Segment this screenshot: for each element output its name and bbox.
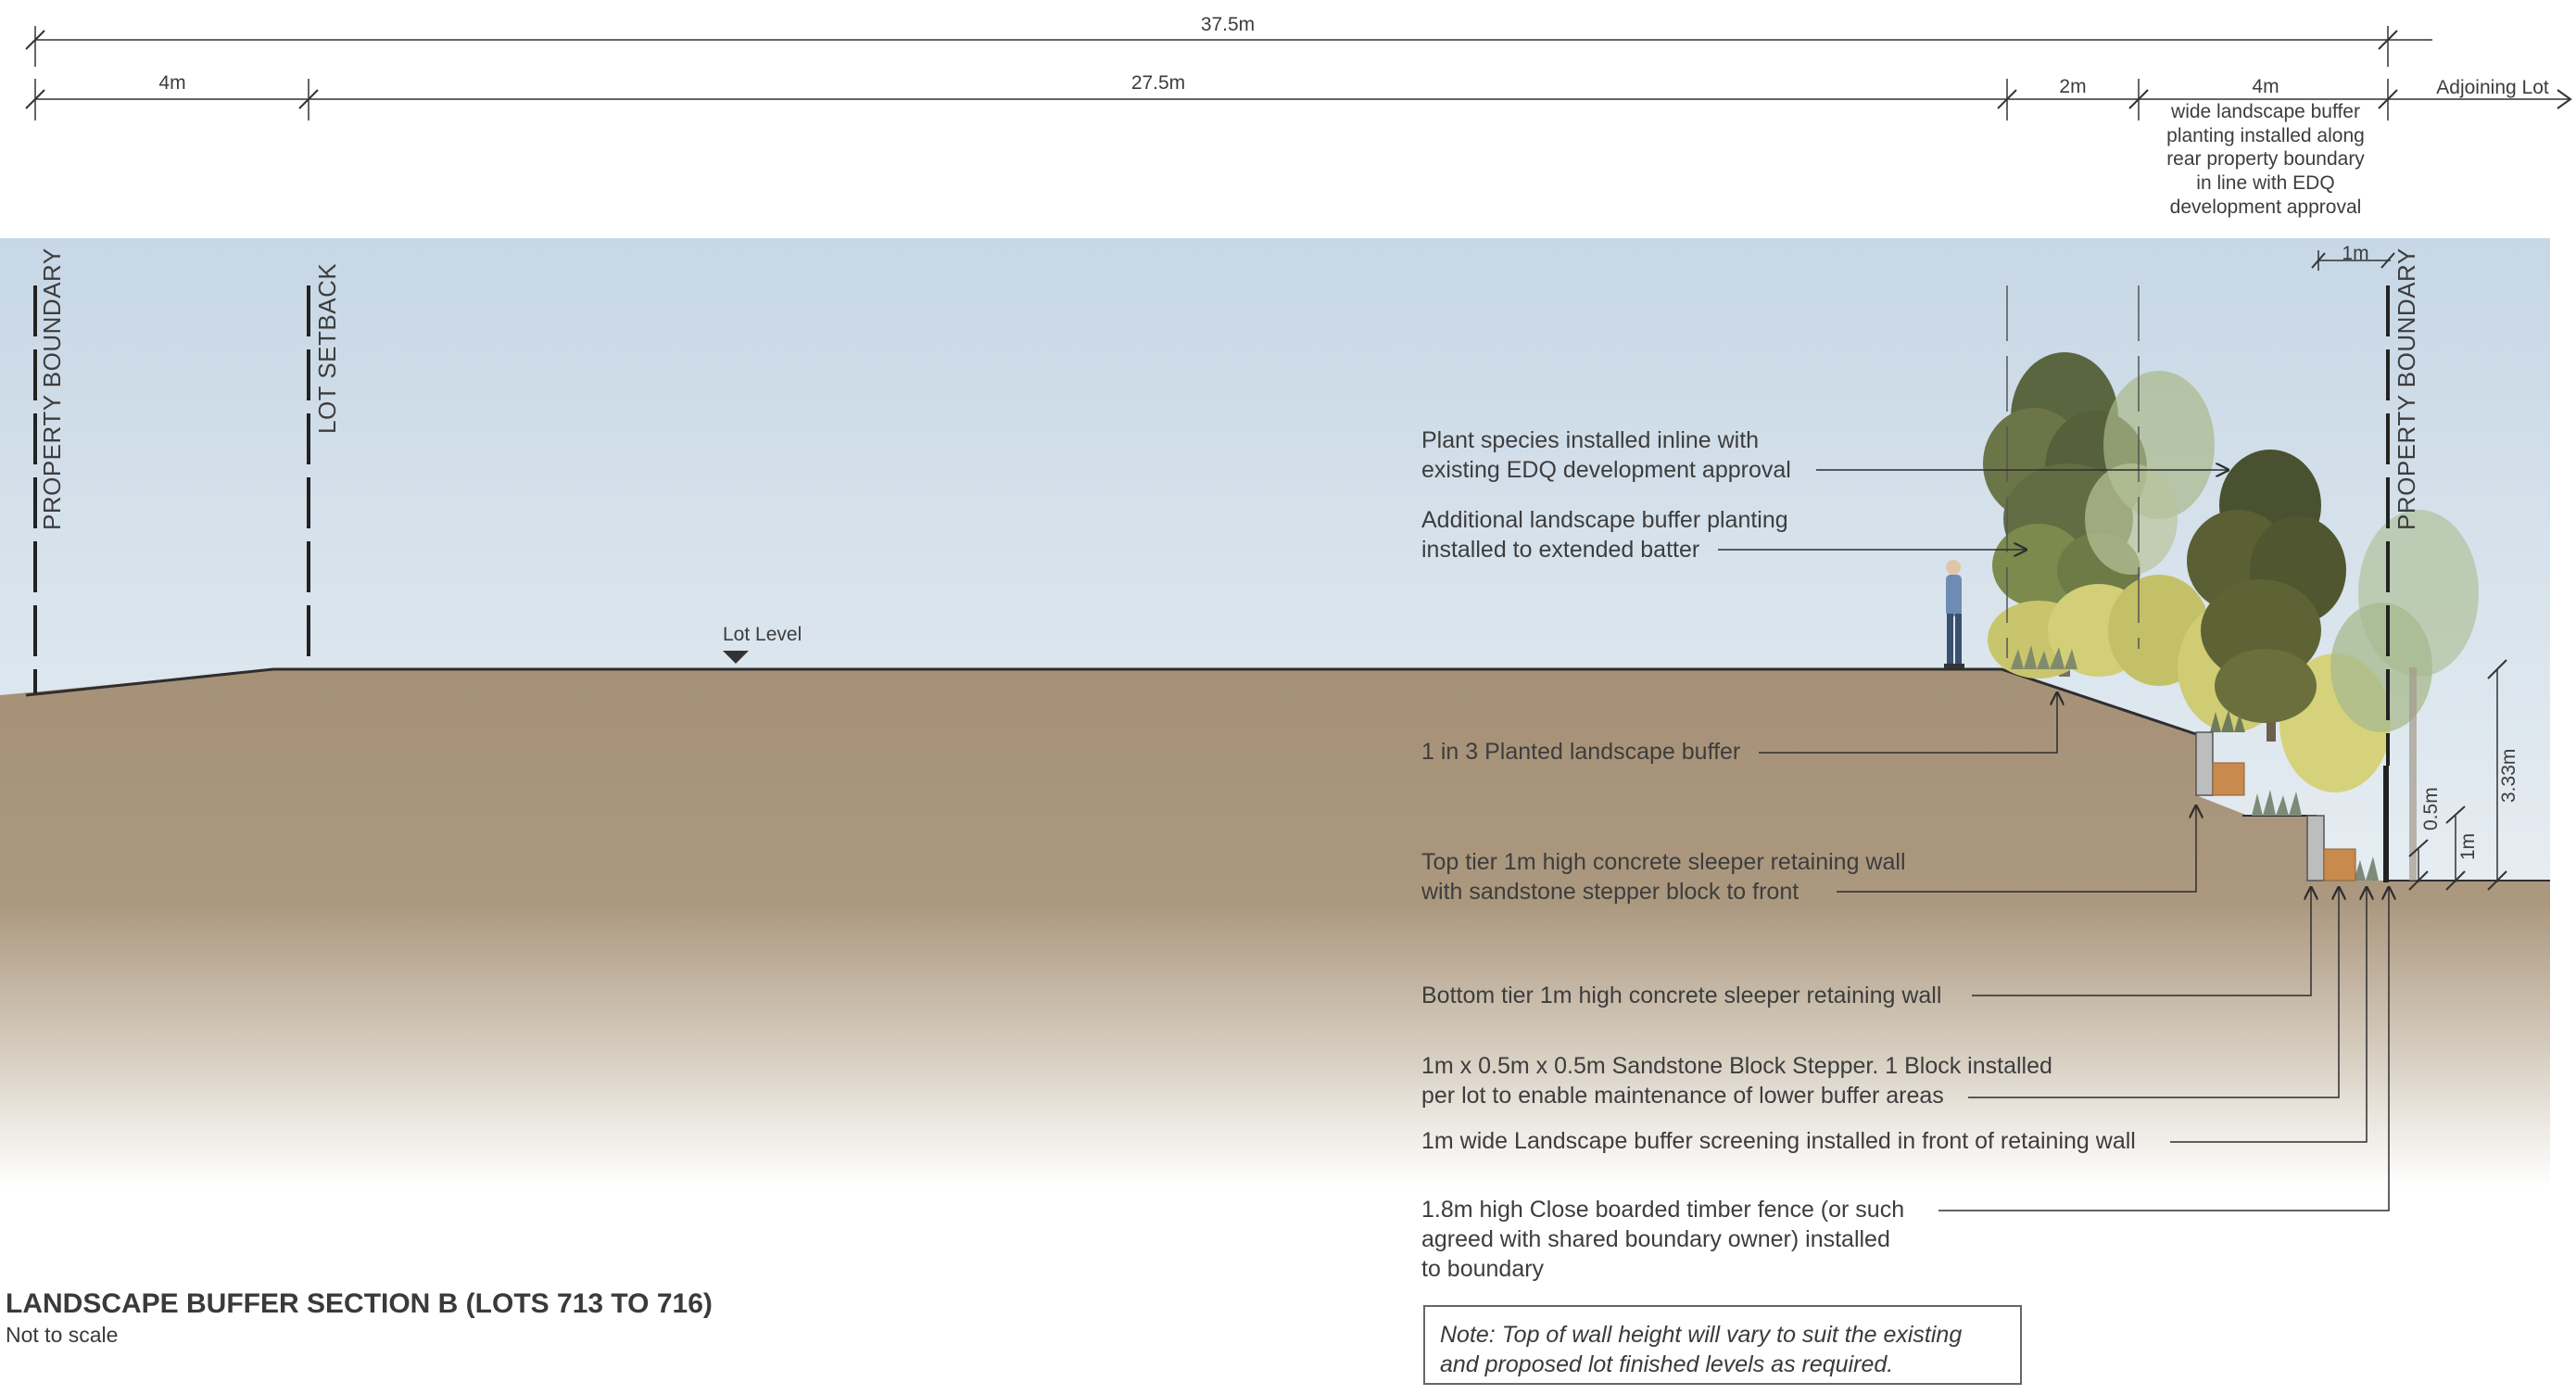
svg-text:development approval: development approval [2170,197,2362,218]
overall-dimension-label: 37.5m [1201,14,1255,35]
left-boundary-label: PROPERTY BOUNDARY [38,247,66,530]
ground-profile [0,669,2550,1186]
svg-text:wide landscape buffer: wide landscape buffer [2170,101,2360,122]
adjoining-lot-label: Adjoining Lot [2436,77,2549,98]
note-line: and proposed lot finished levels as requ… [1440,1351,1894,1377]
svg-text:Top tier 1m high concrete slee: Top tier 1m high concrete sleeper retain… [1421,849,1906,875]
svg-text:to boundary: to boundary [1421,1256,1545,1282]
svg-text:1m x 0.5m x 0.5m Sandstone Blo: 1m x 0.5m x 0.5m Sandstone Block Stepper… [1421,1053,2052,1079]
total-height-label: 3.33m [2498,749,2519,803]
lot-depth-dimension-label: 27.5m [1131,72,1185,94]
svg-text:Bottom tier 1m high concrete s: Bottom tier 1m high concrete sleeper ret… [1421,983,1941,1008]
batter-dimension-label: 2m [2059,76,2086,97]
bottom-tier-sandstone-stepper [2323,848,2356,881]
tier-height-label: 1m [2457,833,2479,860]
svg-text:1m wide Landscape buffer scree: 1m wide Landscape buffer screening insta… [1421,1128,2136,1154]
setback-dimension-label: 4m [158,72,185,94]
section-diagram: PROPERTY BOUNDARY LOT SETBACK PROPERTY B… [0,0,2576,1390]
section-title: LANDSCAPE BUFFER SECTION B (LOTS 713 TO … [6,1288,713,1319]
top-tier-retaining-wall [2195,731,2214,796]
svg-text:1 in 3 Planted landscape buffe: 1 in 3 Planted landscape buffer [1421,739,1740,765]
buffer-dimension-label: 4m [2252,76,2279,97]
svg-text:planting installed along: planting installed along [2166,125,2365,146]
scale-note: Not to scale [6,1323,119,1347]
note-box: Note: Top of wall height will vary to su… [1423,1305,2022,1385]
fence-offset-label: 1m [2342,243,2368,264]
svg-text:agreed with shared boundary ow: agreed with shared boundary owner) insta… [1421,1226,1890,1252]
svg-text:installed to extended batter: installed to extended batter [1421,537,1699,563]
note-line: Note: Top of wall height will vary to su… [1440,1322,1963,1348]
svg-text:with sandstone stepper block t: with sandstone stepper block to front [1421,879,1799,905]
setback-label: LOT SETBACK [313,263,341,434]
lot-level-label: Lot Level [723,624,802,645]
step-height-label: 0.5m [2420,787,2442,831]
section-drawing: PROPERTY BOUNDARY LOT SETBACK PROPERTY B… [0,14,2572,1282]
right-boundary-label: PROPERTY BOUNDARY [2393,247,2420,530]
svg-text:per lot to enable maintenance: per lot to enable maintenance of lower b… [1421,1083,1944,1109]
svg-text:existing EDQ development appr: existing EDQ development approval [1421,457,1791,483]
buffer-description: wide landscape buffer planting installed… [2166,101,2365,218]
svg-text:rear property boundary: rear property boundary [2166,148,2365,170]
top-tier-sandstone-stepper [2212,762,2245,796]
svg-text:Additional landscape buffer pl: Additional landscape buffer planting [1421,507,1788,533]
svg-text:in line with EDQ: in line with EDQ [2196,172,2334,194]
svg-text:Plant species installed inline: Plant species installed inline with [1421,427,1759,453]
bottom-tier-retaining-wall [2306,815,2325,881]
svg-text:1.8m high Close boarded timber: 1.8m high Close boarded timber fence (or… [1421,1197,1904,1223]
